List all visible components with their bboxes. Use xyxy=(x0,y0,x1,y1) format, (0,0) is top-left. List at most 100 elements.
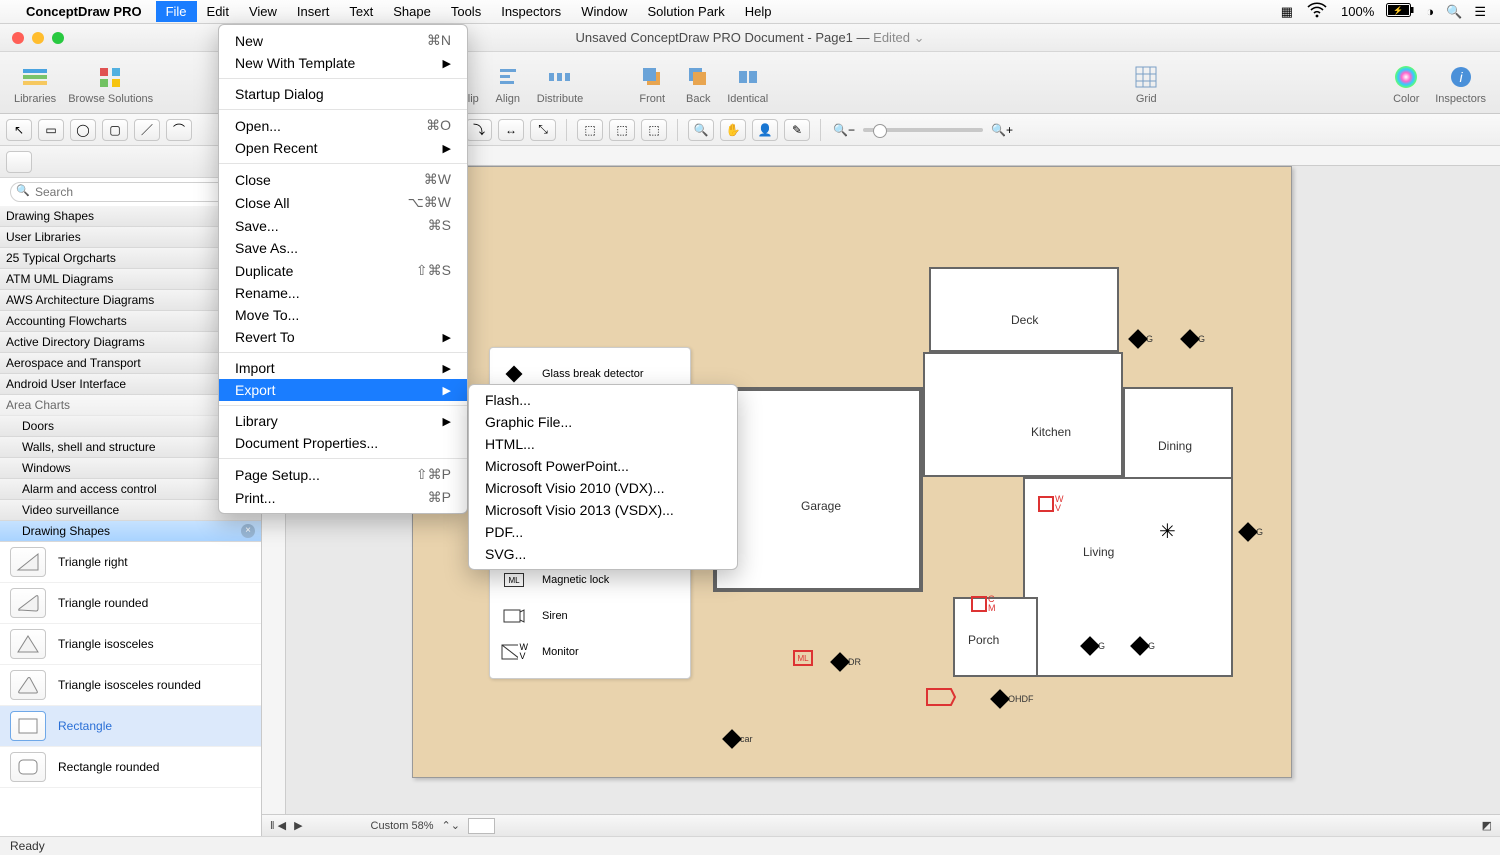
ellipse-tool[interactable]: ◯ xyxy=(70,119,96,141)
smart-connector-1[interactable]: ⬚ xyxy=(577,119,603,141)
shape-triangle-right[interactable]: Triangle right xyxy=(0,542,261,583)
file-menu-import[interactable]: Import▶ xyxy=(219,357,467,379)
file-menu-startup-dialog[interactable]: Startup Dialog xyxy=(219,83,467,105)
file-menu-revert-to[interactable]: Revert To▶ xyxy=(219,326,467,348)
wifi-icon[interactable] xyxy=(1305,0,1329,25)
spotlight-icon[interactable]: 🔍 xyxy=(1446,4,1462,20)
tb-back[interactable]: Back xyxy=(681,61,715,105)
export-menu-svg-[interactable]: SVG... xyxy=(469,543,737,565)
sensor-glass-5[interactable]: G xyxy=(1133,639,1155,653)
minimize-window-button[interactable] xyxy=(32,32,44,44)
sublib-drawing-shapes[interactable]: Drawing Shapes × xyxy=(0,521,261,542)
tb-align[interactable]: Align xyxy=(491,61,525,105)
file-menu-document-properties-[interactable]: Document Properties... xyxy=(219,432,467,454)
smart-connector-2[interactable]: ⬚ xyxy=(609,119,635,141)
status-pager-next[interactable]: ▶ xyxy=(294,819,302,832)
rounded-rect-tool[interactable]: ▢ xyxy=(102,119,128,141)
input-menu-icon[interactable]: ◑ xyxy=(1426,4,1434,19)
file-menu-library[interactable]: Library▶ xyxy=(219,410,467,432)
tb-front[interactable]: Front xyxy=(635,61,669,105)
menu-text[interactable]: Text xyxy=(339,1,383,22)
pointer-tool[interactable]: ↖ xyxy=(6,119,32,141)
export-menu-graphic-file-[interactable]: Graphic File... xyxy=(469,411,737,433)
shape-triangle-isosceles-rounded[interactable]: Triangle isosceles rounded xyxy=(0,665,261,706)
control-strip-icon[interactable]: ▦ xyxy=(1281,4,1293,20)
tb-distribute[interactable]: Distribute xyxy=(537,61,583,105)
zoom-in-button[interactable]: 🔍+ xyxy=(989,119,1015,141)
connector-tool-3[interactable]: ↔ xyxy=(498,119,524,141)
file-menu-open-[interactable]: Open...⌘O xyxy=(219,114,467,137)
sensor-glass-4[interactable]: G xyxy=(1083,639,1105,653)
file-menu-move-to-[interactable]: Move To... xyxy=(219,304,467,326)
file-menu-open-recent[interactable]: Open Recent▶ xyxy=(219,137,467,159)
zoom-tool[interactable]: 🔍 xyxy=(688,119,714,141)
file-menu-print-[interactable]: Print...⌘P xyxy=(219,486,467,509)
library-search-input[interactable] xyxy=(10,182,251,202)
tb-libraries[interactable]: Libraries xyxy=(14,61,56,105)
battery-icon[interactable]: ⚡ xyxy=(1386,3,1414,20)
shape-rectangle-rounded[interactable]: Rectangle rounded xyxy=(0,747,261,788)
sensor-ml[interactable]: ML xyxy=(793,650,813,666)
tb-identical[interactable]: Identical xyxy=(727,61,768,105)
file-menu-new[interactable]: New⌘N xyxy=(219,29,467,52)
menu-window[interactable]: Window xyxy=(571,1,637,22)
menu-help[interactable]: Help xyxy=(735,1,782,22)
status-pager-prev[interactable]: ‖ ◀ xyxy=(270,819,286,832)
file-menu-save-as-[interactable]: Save As... xyxy=(219,237,467,259)
file-menu-page-setup-[interactable]: Page Setup...⇧⌘P xyxy=(219,463,467,486)
resize-grip-icon[interactable]: ◩ xyxy=(1482,819,1492,832)
shape-triangle-isosceles[interactable]: Triangle isosceles xyxy=(0,624,261,665)
menu-tools[interactable]: Tools xyxy=(441,1,491,22)
file-menu-rename-[interactable]: Rename... xyxy=(219,282,467,304)
sensor-wv[interactable]: WV xyxy=(1038,495,1064,513)
pencil-tool[interactable]: ✎ xyxy=(784,119,810,141)
export-menu-html-[interactable]: HTML... xyxy=(469,433,737,455)
sensor-ohdf[interactable]: OHDF xyxy=(993,692,1034,706)
sensor-dr[interactable]: DR xyxy=(833,655,861,669)
file-menu-dropdown[interactable]: New⌘NNew With Template▶ Startup Dialog Ope… xyxy=(218,24,468,514)
menu-inspectors[interactable]: Inspectors xyxy=(491,1,571,22)
tb-grid[interactable]: Grid xyxy=(1129,61,1163,105)
close-window-button[interactable] xyxy=(12,32,24,44)
menu-solution-park[interactable]: Solution Park xyxy=(637,1,734,22)
file-menu-close-all[interactable]: Close All⌥⌘W xyxy=(219,191,467,214)
export-menu-microsoft-visio-2010-vdx-[interactable]: Microsoft Visio 2010 (VDX)... xyxy=(469,477,737,499)
zoom-label[interactable]: Custom 58% xyxy=(371,820,434,832)
shape-triangle-rounded[interactable]: Triangle rounded xyxy=(0,583,261,624)
file-menu-new-with-template[interactable]: New With Template▶ xyxy=(219,52,467,74)
connector-tool-4[interactable]: ⤡ xyxy=(530,119,556,141)
connector-tool-2[interactable]: ⤵ xyxy=(466,119,492,141)
smart-connector-3[interactable]: ⬚ xyxy=(641,119,667,141)
menu-edit[interactable]: Edit xyxy=(197,1,239,22)
hand-tool[interactable]: ✋ xyxy=(720,119,746,141)
file-menu-close[interactable]: Close⌘W xyxy=(219,168,467,191)
file-menu-export[interactable]: Export▶ xyxy=(219,379,467,401)
menu-insert[interactable]: Insert xyxy=(287,1,340,22)
list-icon[interactable]: ☰ xyxy=(1474,4,1486,20)
export-menu-microsoft-powerpoint-[interactable]: Microsoft PowerPoint... xyxy=(469,455,737,477)
sidebar-view-toggle[interactable] xyxy=(6,151,32,173)
sensor-camera-porch[interactable] xyxy=(925,687,957,707)
rect-tool[interactable]: ▭ xyxy=(38,119,64,141)
menu-file[interactable]: File xyxy=(156,1,197,22)
sensor-cm[interactable]: CM xyxy=(971,595,996,613)
siren-icon-living[interactable]: ✳ xyxy=(1159,519,1176,544)
title-dropdown-icon[interactable]: ⌄ xyxy=(914,30,925,45)
export-submenu[interactable]: Flash...Graphic File...HTML...Microsoft … xyxy=(468,384,738,570)
zoom-out-button[interactable]: 🔍− xyxy=(831,119,857,141)
file-menu-duplicate[interactable]: Duplicate⇧⌘S xyxy=(219,259,467,282)
export-menu-flash-[interactable]: Flash... xyxy=(469,389,737,411)
page-tabs[interactable] xyxy=(468,818,495,834)
tb-browse-solutions[interactable]: Browse Solutions xyxy=(68,61,153,105)
zoom-slider[interactable] xyxy=(863,128,983,132)
tb-inspectors[interactable]: i Inspectors xyxy=(1435,61,1486,105)
sensor-glass-1[interactable]: G xyxy=(1131,332,1153,346)
sensor-glass-2[interactable]: G xyxy=(1183,332,1205,346)
avatar-tool[interactable]: 👤 xyxy=(752,119,778,141)
sensor-glass-3[interactable]: G xyxy=(1241,525,1263,539)
menu-shape[interactable]: Shape xyxy=(383,1,441,22)
sensor-car[interactable]: car xyxy=(725,732,753,746)
export-menu-microsoft-visio-2013-vsdx-[interactable]: Microsoft Visio 2013 (VSDX)... xyxy=(469,499,737,521)
line-tool[interactable]: ／ xyxy=(134,119,160,141)
tb-color[interactable]: Color xyxy=(1389,61,1423,105)
